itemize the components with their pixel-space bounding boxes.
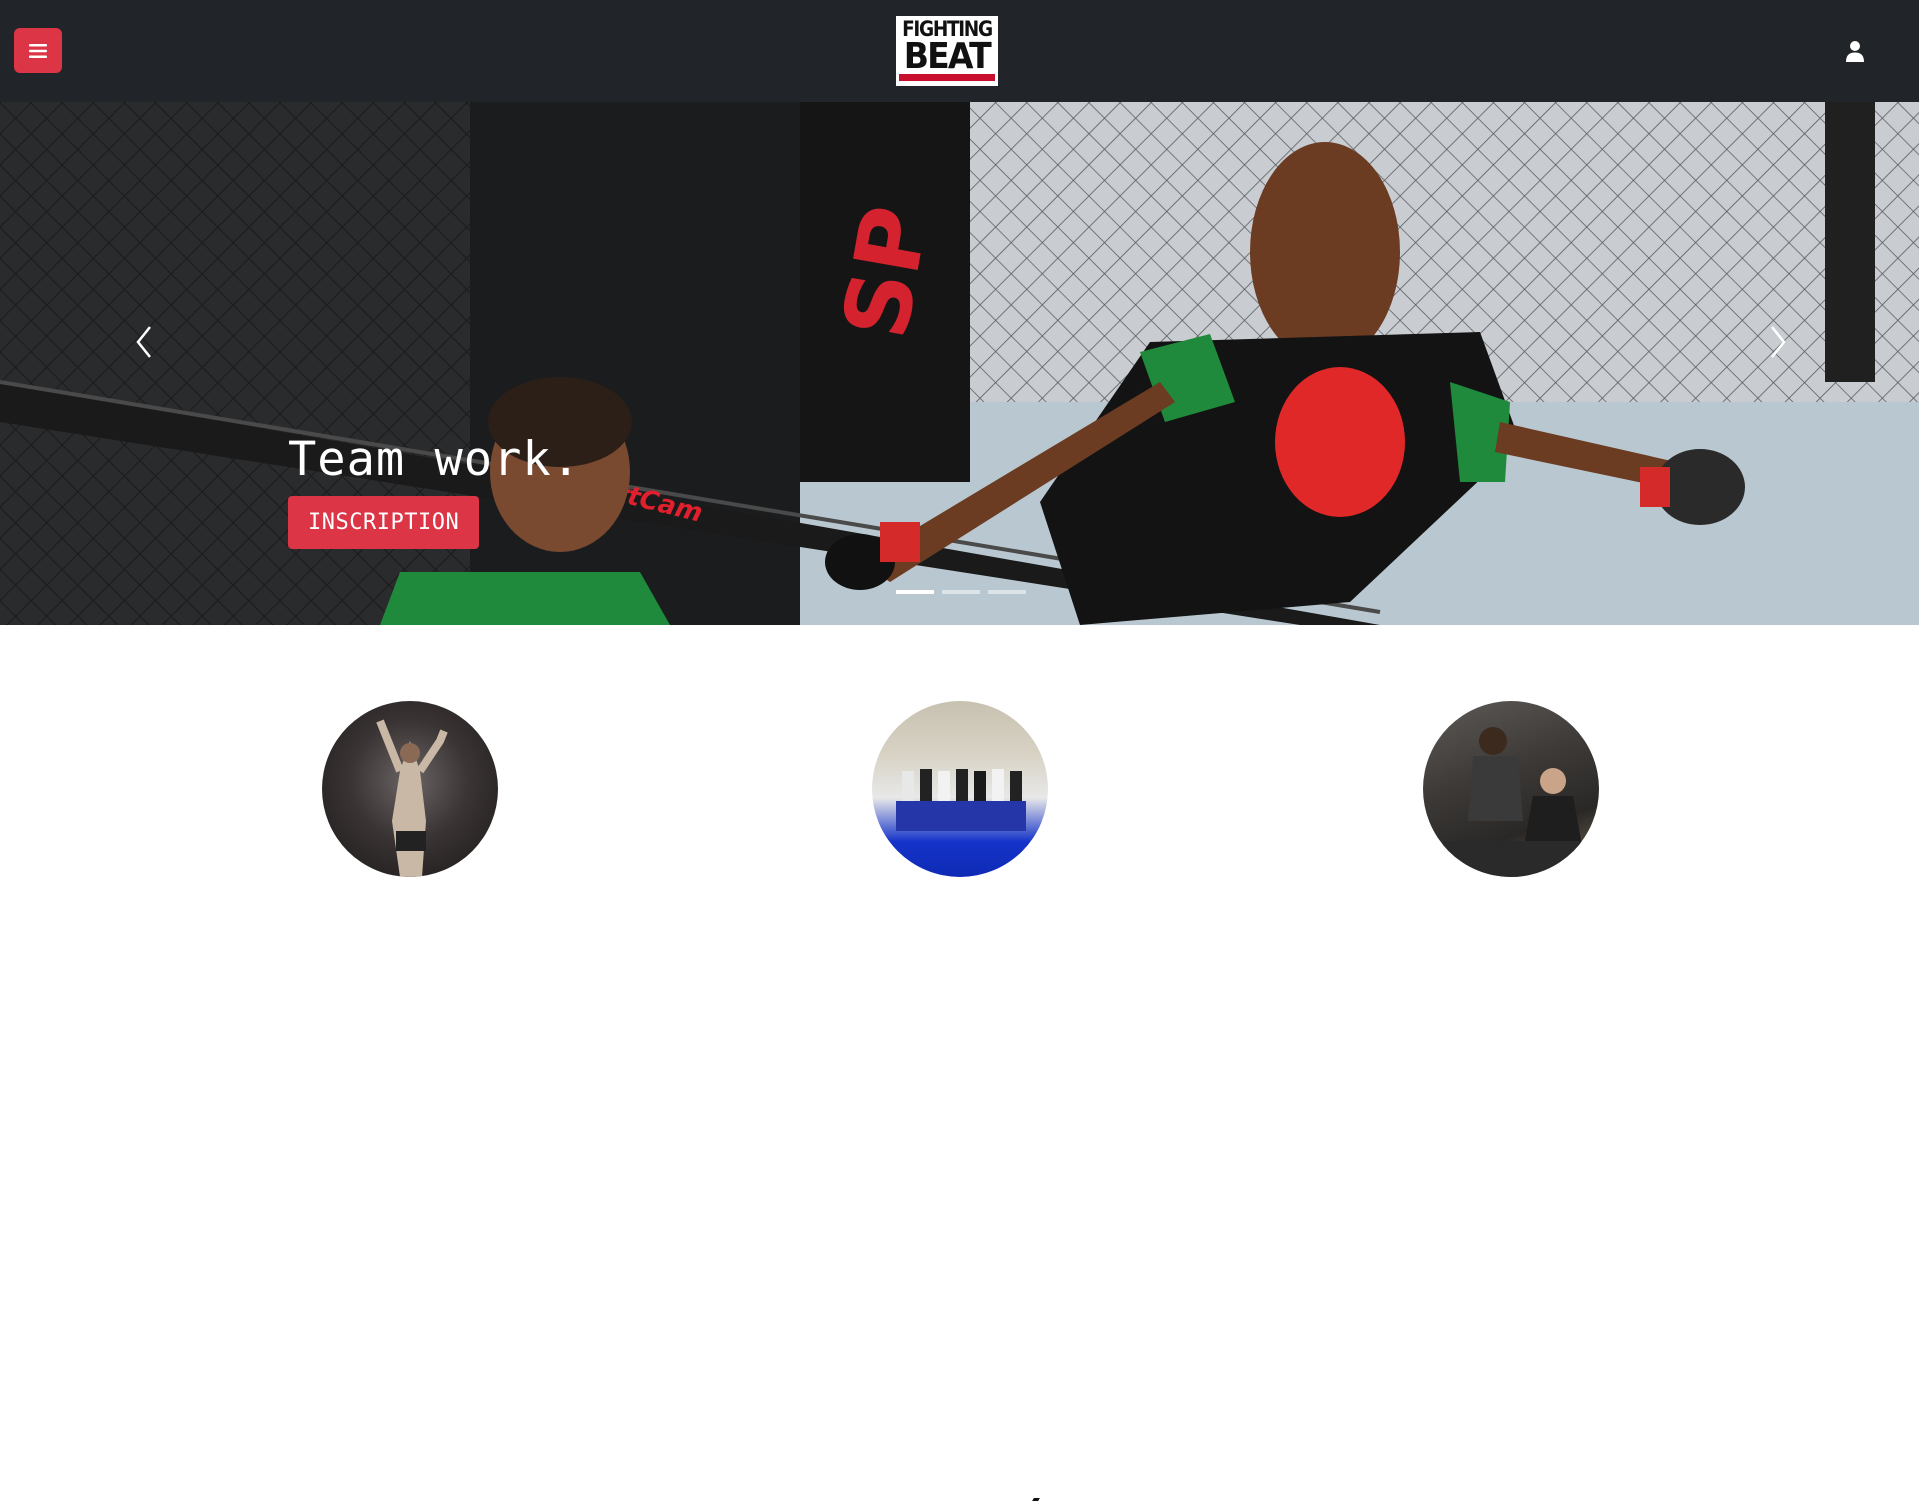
carousel-indicator-1[interactable] <box>896 590 934 594</box>
feature-image-fighter[interactable] <box>322 701 498 877</box>
inscription-button[interactable]: INSCRIPTION <box>288 496 480 549</box>
feature-image-grappling[interactable] <box>1423 701 1599 877</box>
slide-title: Team work. <box>288 432 581 487</box>
chevron-left-icon <box>136 326 151 358</box>
carousel-prev-button[interactable] <box>124 317 164 367</box>
menu-button[interactable] <box>14 28 62 73</box>
slide-caption: Team work. INSCRIPTION <box>288 432 581 549</box>
navbar: FIGHTING BEAT <box>0 0 1919 102</box>
feature-image-team[interactable] <box>872 701 1048 877</box>
hero-carousel: SP SportCam Team work. INSCRIPTION <box>0 102 1919 625</box>
logo-line2: BEAT <box>903 36 992 77</box>
site-logo[interactable]: FIGHTING BEAT <box>896 16 998 86</box>
carousel-indicator-3[interactable] <box>988 590 1026 594</box>
user-icon[interactable] <box>1843 39 1867 63</box>
carousel-indicators <box>896 590 1026 594</box>
features-section <box>0 625 1919 1501</box>
chevron-right-icon <box>1771 326 1786 358</box>
svg-text:SP: SP <box>823 199 949 346</box>
grappling-scene <box>1443 727 1583 877</box>
team-group <box>896 769 1026 831</box>
carousel-next-button[interactable] <box>1758 317 1798 367</box>
hamburger-icon <box>29 43 47 58</box>
fighter-silhouette <box>376 719 448 877</box>
carousel-indicator-2[interactable] <box>942 590 980 594</box>
